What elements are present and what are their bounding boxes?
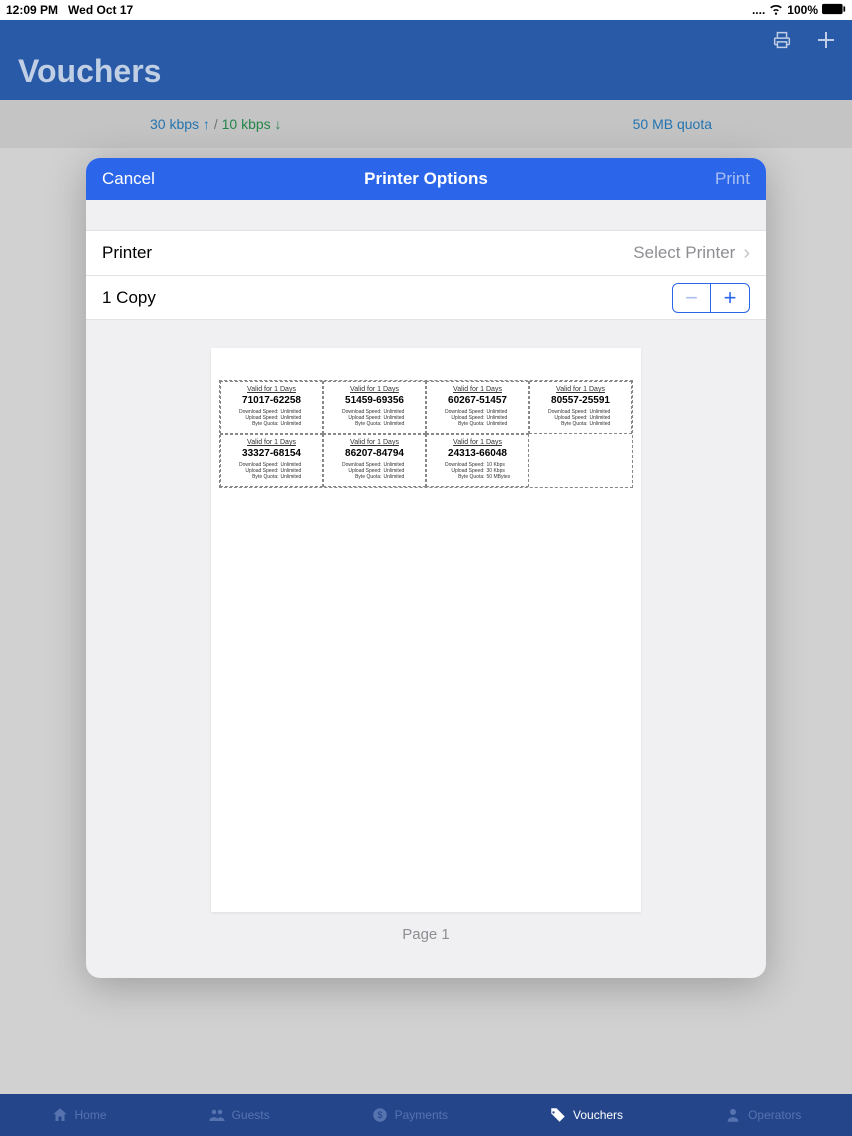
voucher-cell: Valid for 1 Days86207-84794Download Spee… — [323, 434, 426, 487]
add-icon[interactable] — [814, 28, 838, 57]
print-preview[interactable]: Valid for 1 Days71017-62258Download Spee… — [211, 348, 641, 912]
printer-row[interactable]: Printer Select Printer › — [86, 231, 766, 275]
copies-stepper: − + — [672, 283, 750, 313]
copies-row: 1 Copy − + — [86, 275, 766, 319]
battery-icon — [822, 3, 846, 18]
tab-guests[interactable]: Guests — [208, 1106, 270, 1124]
tab-operators[interactable]: Operators — [724, 1106, 801, 1124]
tab-payments[interactable]: $ Payments — [371, 1106, 448, 1124]
voucher-cell: Valid for 1 Days71017-62258Download Spee… — [220, 381, 323, 434]
cellular-icon: .... — [752, 3, 765, 17]
print-settings: Printer Select Printer › 1 Copy − + — [86, 230, 766, 320]
printer-options-modal: Cancel Printer Options Print Printer Sel… — [86, 158, 766, 978]
modal-header: Cancel Printer Options Print — [86, 158, 766, 200]
status-bar: 12:09 PM Wed Oct 17 .... 100% — [0, 0, 852, 20]
page-label: Page 1 — [86, 926, 766, 943]
tab-vouchers[interactable]: Vouchers — [549, 1106, 623, 1124]
chevron-right-icon: › — [743, 242, 750, 265]
tab-bar: Home Guests $ Payments Vouchers Operator… — [0, 1094, 852, 1136]
increment-copies-button[interactable]: + — [711, 284, 749, 312]
tab-home[interactable]: Home — [51, 1106, 107, 1124]
printer-label: Printer — [102, 243, 152, 263]
payments-icon: $ — [371, 1106, 389, 1124]
page-title: Vouchers — [18, 53, 161, 90]
voucher-grid: Valid for 1 Days71017-62258Download Spee… — [219, 380, 633, 488]
vouchers-icon — [549, 1106, 567, 1124]
printer-value: Select Printer — [633, 243, 735, 263]
guests-icon — [208, 1106, 226, 1124]
print-icon[interactable] — [770, 29, 794, 56]
app-header: Vouchers — [0, 20, 852, 100]
voucher-cell: Valid for 1 Days33327-68154Download Spee… — [220, 434, 323, 487]
status-date: Wed Oct 17 — [68, 3, 133, 17]
print-button[interactable]: Print — [715, 169, 750, 189]
svg-text:$: $ — [377, 1110, 382, 1120]
voucher-cell: Valid for 1 Days60267-51457Download Spee… — [426, 381, 529, 434]
voucher-cell — [529, 434, 632, 487]
copies-label: 1 Copy — [102, 288, 156, 308]
decrement-copies-button[interactable]: − — [673, 284, 711, 312]
battery-percent: 100% — [787, 3, 818, 17]
wifi-icon — [769, 2, 783, 19]
cancel-button[interactable]: Cancel — [102, 169, 155, 189]
modal-title: Printer Options — [86, 169, 766, 189]
voucher-cell: Valid for 1 Days80557-25591Download Spee… — [529, 381, 632, 434]
voucher-cell: Valid for 1 Days24313-66048Download Spee… — [426, 434, 529, 487]
operators-icon — [724, 1106, 742, 1124]
status-time: 12:09 PM — [6, 3, 58, 17]
voucher-cell: Valid for 1 Days51459-69356Download Spee… — [323, 381, 426, 434]
home-icon — [51, 1106, 69, 1124]
